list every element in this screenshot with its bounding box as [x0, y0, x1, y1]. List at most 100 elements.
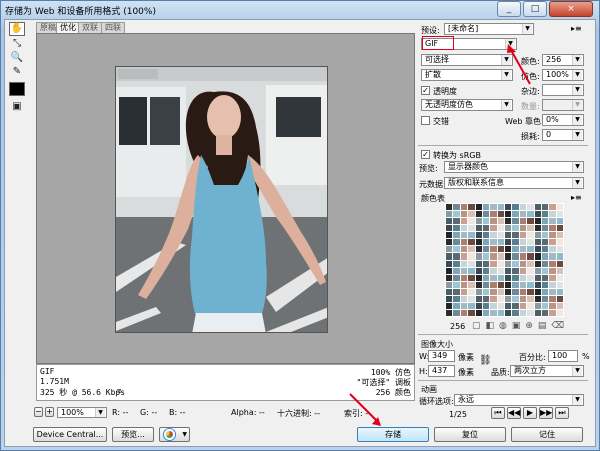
color-swatch[interactable]	[482, 274, 490, 281]
transparency-checkbox[interactable]: ✓	[421, 86, 430, 95]
color-swatch[interactable]	[482, 253, 490, 260]
color-swatch[interactable]	[453, 274, 460, 281]
color-swatch[interactable]	[490, 281, 497, 288]
loop-select[interactable]: 永远 ▼	[454, 394, 584, 406]
color-swatch[interactable]	[541, 211, 549, 218]
color-swatch[interactable]	[505, 211, 512, 218]
color-swatch[interactable]	[556, 288, 563, 295]
color-swatch[interactable]	[446, 309, 453, 316]
color-swatch[interactable]	[519, 309, 527, 316]
color-swatch[interactable]	[453, 288, 460, 295]
tab-2up[interactable]: 双联	[78, 22, 102, 33]
color-swatch[interactable]	[541, 288, 549, 295]
color-swatch[interactable]	[556, 274, 563, 281]
color-swatch[interactable]	[519, 204, 527, 211]
color-swatch[interactable]	[497, 302, 504, 309]
color-swatch[interactable]	[549, 225, 556, 232]
color-swatch[interactable]	[453, 246, 460, 253]
color-swatch[interactable]	[556, 211, 563, 218]
color-swatch[interactable]	[460, 288, 468, 295]
color-swatch[interactable]	[460, 204, 468, 211]
zoom-level-select[interactable]: 100% ▼	[57, 407, 107, 418]
color-swatch[interactable]	[556, 239, 563, 246]
color-swatch[interactable]	[460, 253, 468, 260]
color-swatch[interactable]	[453, 239, 460, 246]
color-swatch[interactable]	[512, 204, 519, 211]
color-swatch[interactable]	[490, 274, 497, 281]
color-swatch[interactable]	[468, 309, 475, 316]
color-swatch[interactable]	[549, 218, 556, 225]
color-swatch[interactable]	[549, 260, 556, 267]
web-snap-select[interactable]: 0% ▼	[542, 114, 584, 126]
color-swatch[interactable]	[453, 267, 460, 274]
eyedropper-color-swatch[interactable]	[9, 82, 25, 96]
color-swatch[interactable]	[468, 225, 475, 232]
color-swatch[interactable]	[482, 288, 490, 295]
reset-button[interactable]: 复位	[434, 427, 506, 442]
color-swatch[interactable]	[453, 302, 460, 309]
color-swatch[interactable]	[527, 309, 534, 316]
color-swatch[interactable]	[556, 267, 563, 274]
color-swatch[interactable]	[549, 288, 556, 295]
color-swatch[interactable]	[497, 211, 504, 218]
color-swatch[interactable]	[519, 274, 527, 281]
title-bar[interactable]: 存储为 Web 和设备所用格式 (100%) _ □ ×	[0, 0, 600, 19]
color-swatch[interactable]	[475, 239, 482, 246]
color-swatch[interactable]	[505, 246, 512, 253]
first-frame-button[interactable]: ⏮	[491, 407, 505, 419]
color-swatch[interactable]	[534, 246, 541, 253]
color-swatch[interactable]	[505, 225, 512, 232]
color-swatch[interactable]	[490, 246, 497, 253]
color-swatch[interactable]	[460, 309, 468, 316]
color-swatch[interactable]	[468, 218, 475, 225]
color-swatch[interactable]	[475, 309, 482, 316]
color-swatch[interactable]	[519, 295, 527, 302]
color-swatch[interactable]	[453, 295, 460, 302]
color-swatch[interactable]	[482, 218, 490, 225]
color-swatch[interactable]	[482, 260, 490, 267]
color-swatch[interactable]	[460, 225, 468, 232]
color-swatch[interactable]	[505, 218, 512, 225]
color-swatch[interactable]	[475, 204, 482, 211]
color-swatch[interactable]	[527, 302, 534, 309]
color-swatch[interactable]	[460, 302, 468, 309]
color-swatch[interactable]	[505, 232, 512, 239]
color-swatch[interactable]	[512, 302, 519, 309]
color-swatch[interactable]	[490, 211, 497, 218]
color-swatch[interactable]	[468, 239, 475, 246]
color-swatch[interactable]	[549, 232, 556, 239]
minimize-button[interactable]: _	[497, 1, 521, 17]
color-swatch[interactable]	[505, 281, 512, 288]
color-swatch[interactable]	[475, 302, 482, 309]
color-swatch[interactable]	[446, 267, 453, 274]
color-swatch[interactable]	[549, 274, 556, 281]
color-swatch[interactable]	[527, 253, 534, 260]
color-swatch[interactable]	[497, 274, 504, 281]
color-swatch[interactable]	[549, 302, 556, 309]
color-swatch[interactable]	[490, 309, 497, 316]
color-swatch[interactable]	[519, 260, 527, 267]
color-swatch[interactable]	[512, 288, 519, 295]
color-swatch[interactable]	[490, 267, 497, 274]
colors-select[interactable]: 256 ▼	[542, 54, 584, 66]
color-swatch[interactable]	[556, 204, 563, 211]
color-swatch[interactable]	[475, 274, 482, 281]
color-swatch[interactable]	[446, 218, 453, 225]
color-swatch[interactable]	[482, 281, 490, 288]
color-swatch[interactable]	[549, 253, 556, 260]
color-swatch[interactable]	[541, 239, 549, 246]
color-swatch[interactable]	[534, 267, 541, 274]
color-swatch[interactable]	[534, 204, 541, 211]
color-swatch[interactable]	[541, 302, 549, 309]
color-swatch[interactable]	[519, 239, 527, 246]
color-swatch[interactable]	[460, 295, 468, 302]
color-swatch[interactable]	[541, 295, 549, 302]
color-swatch[interactable]	[446, 302, 453, 309]
color-swatch[interactable]	[541, 309, 549, 316]
color-swatch[interactable]	[460, 232, 468, 239]
color-swatch[interactable]	[482, 204, 490, 211]
color-swatch[interactable]	[497, 246, 504, 253]
color-swatch[interactable]	[519, 246, 527, 253]
quality-select[interactable]: 两次立方 ▼	[510, 365, 584, 377]
color-swatch[interactable]	[549, 239, 556, 246]
